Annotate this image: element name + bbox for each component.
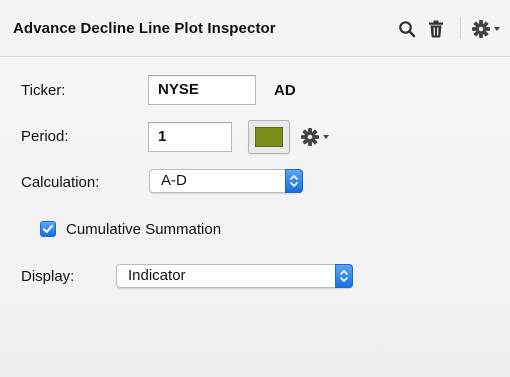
line-color-well[interactable]	[248, 120, 290, 154]
checkmark-icon	[43, 224, 53, 233]
calculation-value: A-D	[161, 172, 187, 189]
cumulative-label[interactable]: Cumulative Summation	[66, 221, 221, 238]
inspector-panel: Advance Decline Line Plot Inspector Tick…	[0, 0, 510, 377]
display-value: Indicator	[128, 267, 186, 284]
calculation-select[interactable]: A-D	[149, 169, 303, 193]
period-input[interactable]: 1	[148, 122, 232, 152]
ticker-label: Ticker:	[21, 82, 66, 99]
trash-icon[interactable]	[427, 19, 445, 39]
ticker-suffix: AD	[274, 82, 296, 99]
ticker-input[interactable]: NYSE	[148, 75, 256, 105]
cumulative-checkbox[interactable]	[40, 221, 56, 237]
select-arrows-icon	[335, 264, 353, 288]
display-label: Display:	[21, 268, 75, 285]
period-gear-menu-icon[interactable]	[301, 127, 331, 152]
gear-menu-icon[interactable]	[472, 19, 502, 39]
line-color-swatch	[255, 127, 283, 147]
search-icon[interactable]	[398, 19, 416, 39]
inspector-header: Advance Decline Line Plot Inspector	[0, 0, 510, 57]
inspector-title: Advance Decline Line Plot Inspector	[13, 20, 276, 37]
select-arrows-icon	[285, 169, 303, 193]
display-select[interactable]: Indicator	[116, 264, 353, 288]
period-label: Period:	[21, 128, 69, 145]
calculation-label: Calculation:	[21, 174, 100, 191]
inspector-body	[0, 58, 510, 377]
header-divider	[460, 17, 461, 39]
